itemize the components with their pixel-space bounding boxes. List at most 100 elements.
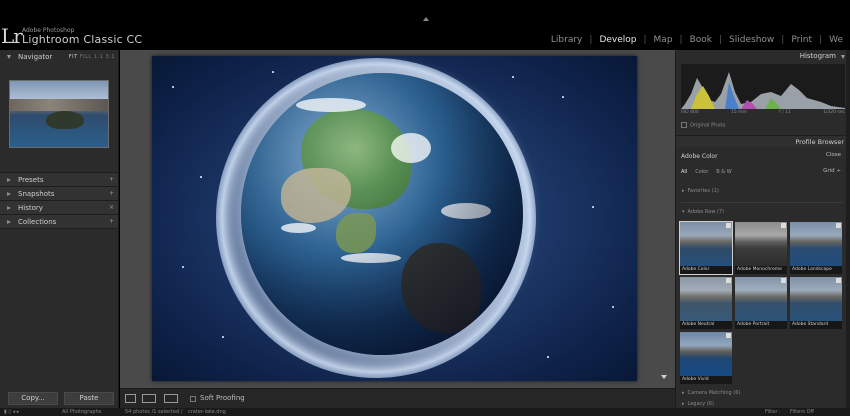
favorite-star-icon[interactable] [781, 223, 786, 228]
group-camera-matching[interactable]: Camera Matching (6) [682, 390, 741, 396]
zoom-fill[interactable]: FILL [80, 54, 92, 60]
favorite-star-icon[interactable] [726, 333, 731, 338]
image-view [120, 50, 675, 388]
favorite-star-icon[interactable] [836, 223, 841, 228]
zoom-3-1[interactable]: 3:1 [105, 54, 115, 60]
zoom-1-1[interactable]: 1:1 [94, 54, 104, 60]
copy-settings-button[interactable]: Copy... [8, 392, 58, 405]
module-library[interactable]: Library [544, 35, 589, 45]
filter-color[interactable]: Color [695, 169, 708, 175]
before-after-icon[interactable] [142, 394, 156, 403]
group-adobe-raw[interactable]: Adobe Raw (7) [682, 209, 725, 215]
profile-browser-close-button[interactable]: Close [826, 152, 841, 158]
loupe-view-icon[interactable] [125, 394, 136, 403]
navigator-zoom-modes: FIT FILL 1:1 3:1 [69, 50, 115, 64]
filter-dropdown[interactable]: Filters Off [790, 409, 814, 415]
profile-label: Adobe Color [680, 266, 732, 274]
add-snapshot-icon[interactable]: + [109, 187, 114, 201]
earth-shading [241, 73, 523, 355]
star-dot [182, 266, 184, 268]
profile-thumb-adobe-vivid[interactable]: Adobe Vivid [680, 332, 732, 384]
snapshots-header[interactable]: Snapshots + [0, 187, 118, 201]
collapse-triangle-icon [7, 206, 11, 210]
profile-preview-image [680, 277, 732, 321]
filter-all[interactable]: All [681, 169, 687, 175]
module-book[interactable]: Book [683, 35, 719, 45]
soft-proofing-checkbox[interactable] [190, 396, 196, 402]
exif-focal: 15 mm [730, 110, 747, 115]
preview-island [46, 111, 84, 129]
profile-preview-image [680, 332, 732, 376]
module-slideshow[interactable]: Slideshow [722, 35, 781, 45]
star-dot [272, 71, 274, 73]
filmstrip-header: ▮ ▯ ◂ ▸ All Photographs 54 photos /1 sel… [0, 408, 850, 416]
profile-thumb-adobe-color[interactable]: Adobe Color [679, 221, 733, 275]
add-preset-icon[interactable]: + [109, 173, 114, 187]
collapse-triangle-icon [7, 220, 11, 224]
favorite-star-icon[interactable] [726, 278, 731, 283]
exif-aperture: f / 11 [779, 110, 791, 115]
compare-view-icon[interactable] [164, 394, 178, 403]
module-web[interactable]: We [822, 35, 850, 45]
profile-thumb-adobe-standard[interactable]: Adobe Standard [790, 277, 842, 329]
filmstrip-nav-icons[interactable]: ▮ ▯ ◂ ▸ [4, 409, 19, 415]
add-collection-icon[interactable]: + [109, 215, 114, 229]
module-map[interactable]: Map [647, 35, 680, 45]
collapse-triangle-icon [7, 178, 11, 182]
right-panel-scrollbar[interactable] [846, 50, 850, 408]
star-dot [612, 306, 614, 308]
group-legacy[interactable]: Legacy (6) [682, 401, 714, 407]
profile-preview-image [790, 222, 842, 266]
histogram-header[interactable]: Histogram [676, 50, 850, 63]
profile-label: Adobe Vivid [680, 376, 732, 384]
develop-toolbar: Soft Proofing [120, 388, 675, 408]
star-dot [562, 96, 564, 98]
profile-thumb-adobe-landscape[interactable]: Adobe Landscape [790, 222, 842, 274]
profile-browser-header: Profile Browser [676, 135, 847, 147]
navigator-label: Navigator [18, 53, 53, 61]
profile-label: Adobe Neutral [680, 321, 732, 329]
left-panel: Navigator FIT FILL 1:1 3:1 Presets + Sna… [0, 50, 119, 416]
histogram-graph[interactable] [681, 64, 845, 109]
navigator-preview-image[interactable] [9, 80, 109, 148]
clear-history-icon[interactable]: × [109, 201, 114, 215]
source-path[interactable]: All Photographs [62, 409, 101, 415]
group-favorites[interactable]: Favorites (1) [682, 188, 719, 194]
collapse-top-panel-icon[interactable] [423, 17, 429, 21]
right-panel: Histogram ISO 800 15 mm f / 11 1/320 sec… [675, 50, 850, 408]
expand-triangle-icon [7, 55, 11, 59]
star-dot [592, 206, 594, 208]
original-photo-toggle[interactable]: Original Photo [681, 122, 725, 129]
history-header[interactable]: History × [0, 201, 118, 215]
profile-preview-image [790, 277, 842, 321]
collapse-triangle-icon [7, 192, 11, 196]
navigator-header[interactable]: Navigator FIT FILL 1:1 3:1 [0, 50, 118, 64]
presets-header[interactable]: Presets + [0, 173, 118, 187]
profile-label: Adobe Standard [790, 321, 842, 329]
top-bar: Lr Adobe Photoshop Lightroom Classic CC … [0, 0, 850, 50]
favorite-star-icon[interactable] [726, 223, 731, 228]
profile-label: Adobe Portrait [735, 321, 787, 329]
soft-proofing-label: Soft Proofing [200, 394, 245, 402]
profile-thumb-adobe-portrait[interactable]: Adobe Portrait [735, 277, 787, 329]
lightroom-logo: Lr [1, 24, 23, 48]
history-label: History [18, 204, 43, 212]
zoom-fit[interactable]: FIT [69, 54, 78, 60]
exif-info: ISO 800 15 mm f / 11 1/320 sec [681, 110, 845, 115]
scroll-down-icon[interactable] [661, 375, 667, 379]
main-photo[interactable] [152, 56, 637, 381]
module-print[interactable]: Print [784, 35, 819, 45]
collections-header[interactable]: Collections + [0, 215, 118, 229]
view-mode-dropdown[interactable]: Grid ÷ [823, 168, 841, 174]
paste-settings-button[interactable]: Paste [64, 392, 114, 405]
filter-bw[interactable]: B & W [716, 169, 731, 175]
star-dot [200, 176, 202, 178]
profile-thumb-adobe-neutral[interactable]: Adobe Neutral [680, 277, 732, 329]
profile-label: Adobe Monochrome [735, 266, 787, 274]
favorite-star-icon[interactable] [781, 278, 786, 283]
histogram-label: Histogram [799, 52, 836, 60]
module-develop[interactable]: Develop [592, 35, 643, 45]
group-divider [681, 202, 843, 203]
profile-thumb-adobe-monochrome[interactable]: Adobe Monochrome [735, 222, 787, 274]
favorite-star-icon[interactable] [836, 278, 841, 283]
